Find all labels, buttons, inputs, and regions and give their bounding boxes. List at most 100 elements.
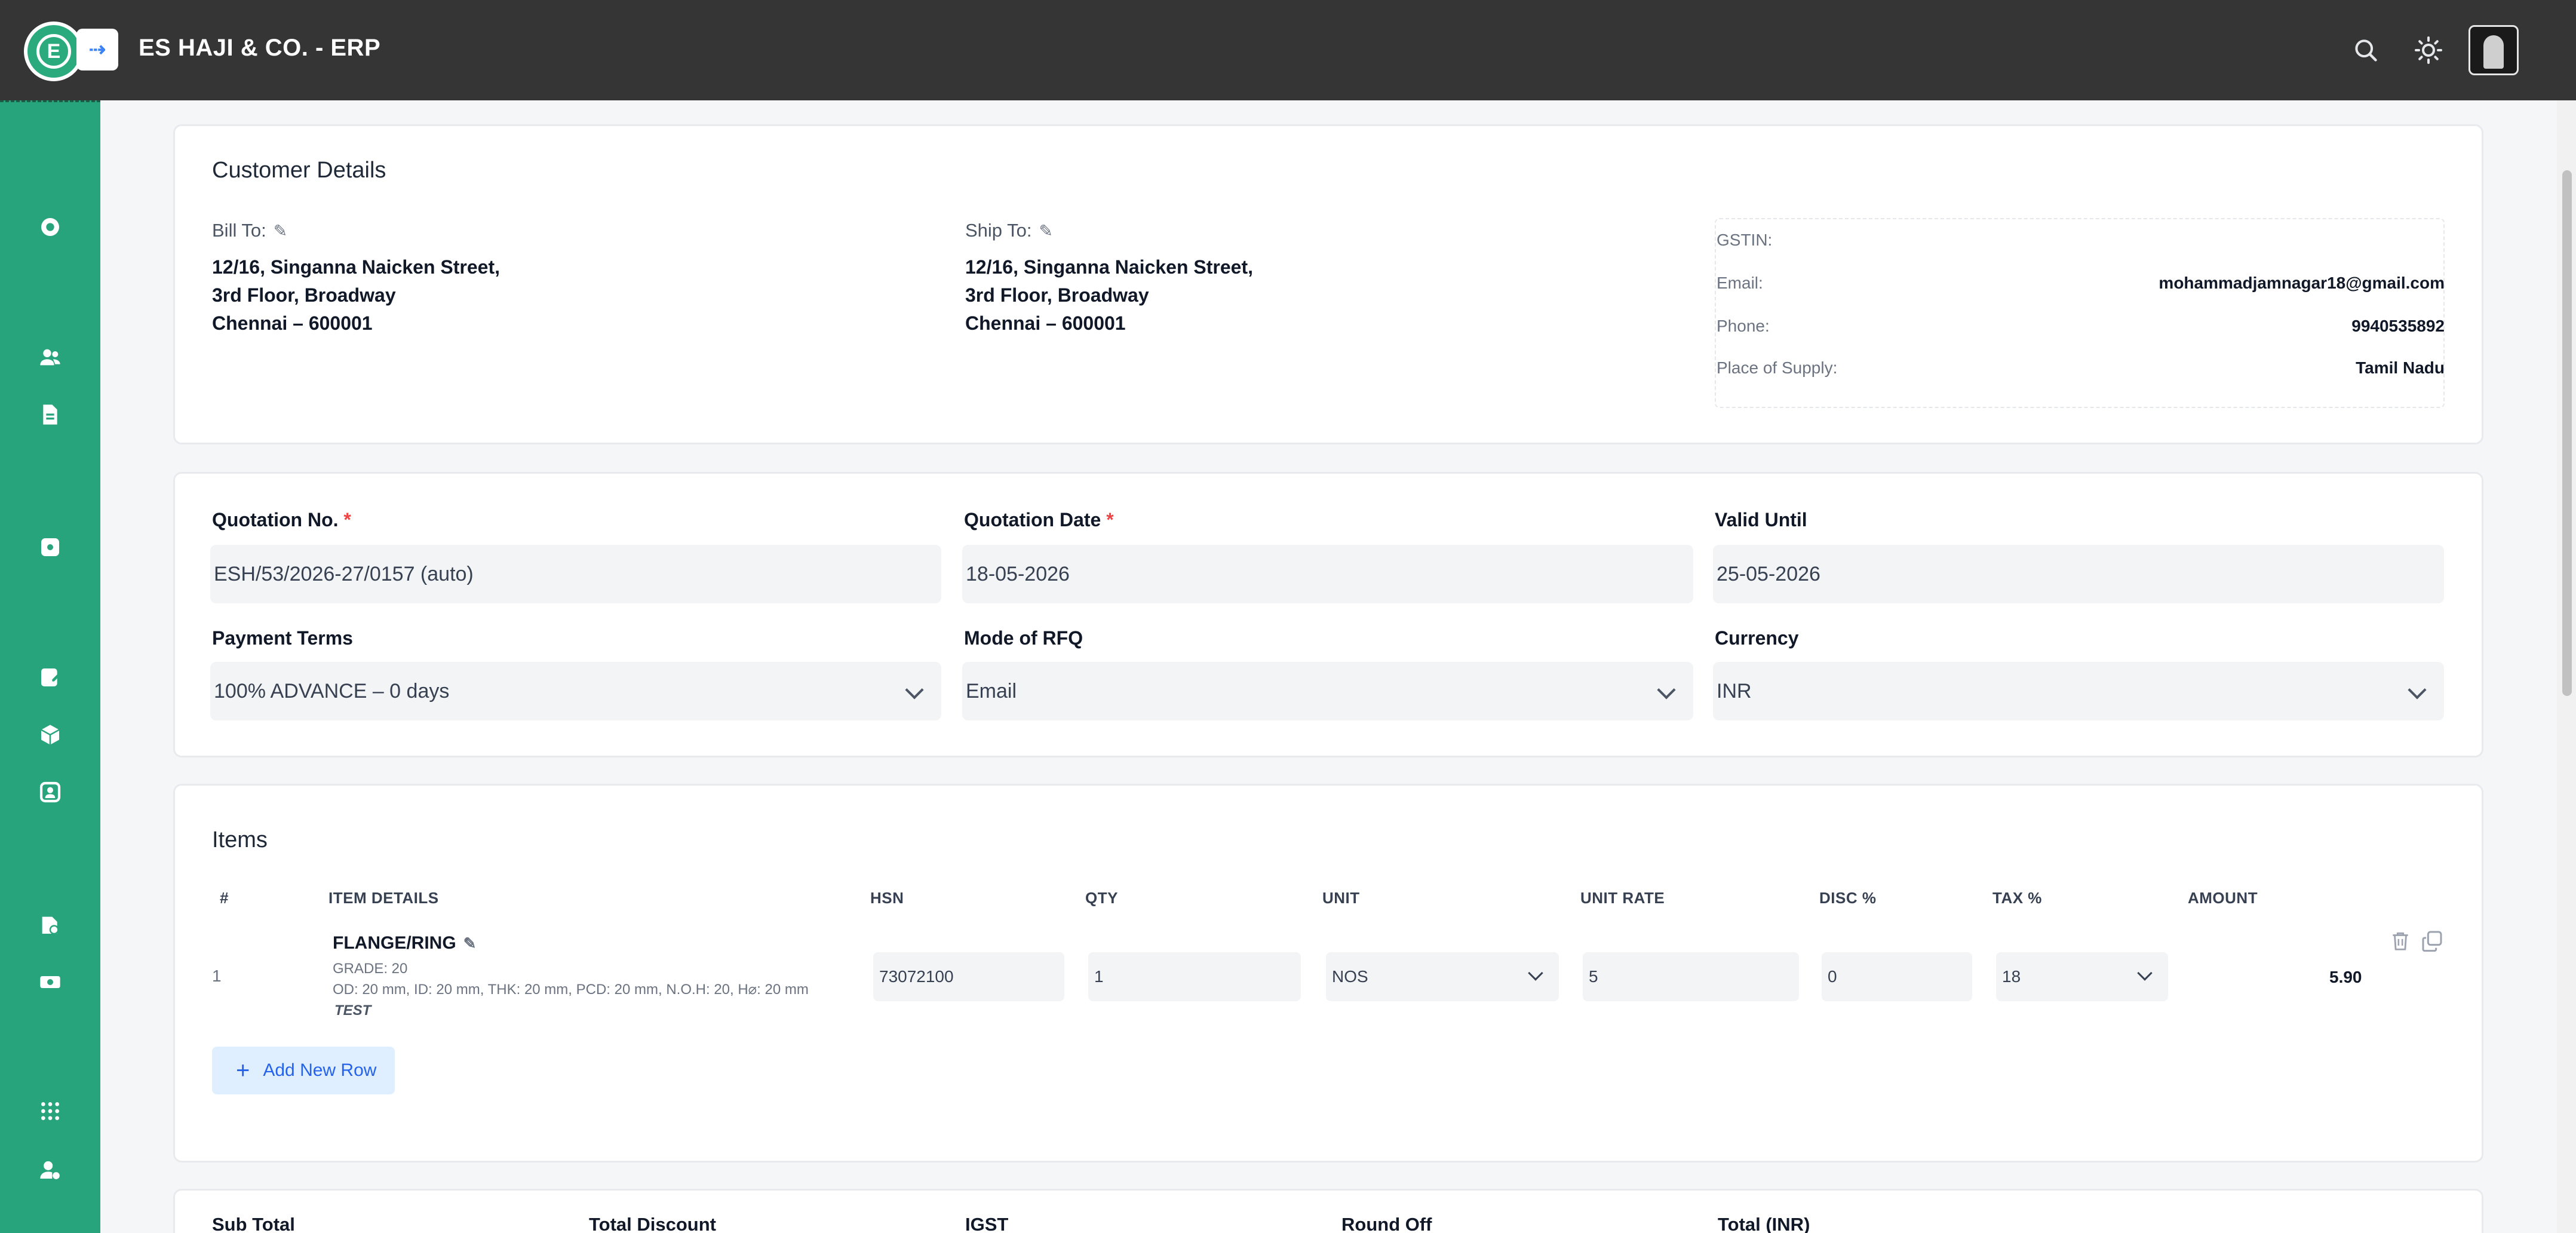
tax-value: 18 <box>2002 967 2021 986</box>
ship-to-label: Ship To: ✎ <box>965 220 1053 241</box>
dashboard-icon[interactable] <box>36 213 65 241</box>
bill-address-line-2: 3rd Floor, Broadway <box>212 284 396 306</box>
quotation-date-field[interactable]: 18-05-2026 <box>962 545 1693 603</box>
hsn-input[interactable]: 73072100 <box>873 952 1064 1001</box>
top-bar: E ⇢ ES HAJI & CO. - ERP <box>0 0 2576 100</box>
disc-value: 0 <box>1828 967 1837 986</box>
box-icon[interactable] <box>36 720 65 749</box>
col-header-item-details: ITEM DETAILS <box>328 889 439 907</box>
round-off-label: Round Off <box>1341 1214 1432 1233</box>
currency-select[interactable]: INR <box>1713 662 2444 720</box>
payment-terms-label: Payment Terms <box>212 627 353 649</box>
email-label: Email: <box>1717 274 1763 292</box>
unit-select[interactable]: NOS <box>1326 952 1559 1001</box>
package-icon[interactable] <box>36 533 65 562</box>
logo-letter: E <box>36 34 71 69</box>
phone-value: 9940535892 <box>2351 317 2445 335</box>
quotation-date-label: Quotation Date * <box>964 509 1114 530</box>
sun-icon[interactable] <box>2411 32 2446 68</box>
bill-to-address: 12/16, Singanna Naicken Street, 3rd Floo… <box>212 253 500 338</box>
avatar[interactable] <box>2468 25 2519 75</box>
files-icon[interactable] <box>36 910 65 939</box>
quotation-no-label: Quotation No. * <box>212 509 351 530</box>
currency-value: INR <box>1717 679 1752 703</box>
add-new-row-button[interactable]: + Add New Row <box>212 1047 395 1094</box>
users-icon[interactable] <box>36 343 65 372</box>
col-header-disc: DISC % <box>1819 889 1877 907</box>
contact-card-icon[interactable] <box>36 778 65 806</box>
chevron-down-icon <box>2408 680 2427 700</box>
mode-of-rfq-select[interactable]: Email <box>962 662 1693 720</box>
chevron-down-icon <box>1528 965 1543 981</box>
chevron-down-icon <box>905 680 924 700</box>
row-number: 1 <box>212 967 222 985</box>
bill-to-label: Bill To: ✎ <box>212 220 288 241</box>
col-header-unit-rate: UNIT RATE <box>1580 889 1665 907</box>
disc-input[interactable]: 0 <box>1822 952 1972 1001</box>
search-icon[interactable] <box>2348 32 2384 68</box>
edit-item-icon[interactable]: ✎ <box>463 934 477 953</box>
unit-rate-input[interactable]: 5 <box>1583 952 1799 1001</box>
amount-value: 5.90 <box>2329 968 2362 986</box>
plus-icon: + <box>236 1057 250 1084</box>
cash-icon[interactable] <box>36 968 65 996</box>
sidebar-toggle-icon[interactable]: ⇢ <box>76 29 118 70</box>
edit-bill-to-icon[interactable]: ✎ <box>274 221 287 241</box>
phone-label: Phone: <box>1717 317 1770 335</box>
gstin-label: GSTIN: <box>1717 231 1773 249</box>
sidebar-divider <box>0 100 100 102</box>
item-note: TEST <box>334 1002 371 1019</box>
network-icon[interactable] <box>36 1097 65 1125</box>
tax-select[interactable]: 18 <box>1996 952 2168 1001</box>
unit-value: NOS <box>1332 967 1368 986</box>
edit-ship-to-icon[interactable]: ✎ <box>1039 221 1052 241</box>
ship-address-line-2: 3rd Floor, Broadway <box>965 284 1149 306</box>
col-header-num: # <box>220 889 229 907</box>
mode-of-rfq-value: Email <box>966 679 1017 703</box>
ship-address-line-3: Chennai – 600001 <box>965 312 1126 334</box>
col-header-amount: AMOUNT <box>2188 889 2258 907</box>
valid-until-value: 25-05-2026 <box>1717 562 1820 585</box>
item-specs: OD: 20 mm, ID: 20 mm, THK: 20 mm, PCD: 2… <box>333 982 809 998</box>
app-title: ES HAJI & CO. - ERP <box>139 35 381 61</box>
hsn-value: 73072100 <box>879 967 954 986</box>
chevron-down-icon <box>2137 965 2153 981</box>
customer-details-title: Customer Details <box>212 158 386 183</box>
user-settings-icon[interactable] <box>36 1155 65 1184</box>
col-header-unit: UNIT <box>1322 889 1360 907</box>
qty-input[interactable]: 1 <box>1088 952 1301 1001</box>
place-of-supply-value: Tamil Nadu <box>2356 358 2445 377</box>
quotation-no-value: ESH/53/2026-27/0157 (auto) <box>214 562 474 585</box>
email-value: mohammadjamnagar18@gmail.com <box>2159 274 2445 292</box>
unit-rate-value: 5 <box>1589 967 1598 986</box>
valid-until-field[interactable]: 25-05-2026 <box>1713 545 2444 603</box>
payment-terms-value: 100% ADVANCE – 0 days <box>214 679 450 703</box>
summary-card <box>173 1189 2483 1233</box>
total-discount-label: Total Discount <box>589 1214 716 1233</box>
currency-label: Currency <box>1715 627 1799 649</box>
edit-document-icon[interactable] <box>36 663 65 692</box>
bill-address-line-3: Chennai – 600001 <box>212 312 373 334</box>
add-new-row-label: Add New Row <box>263 1060 377 1080</box>
item-name: FLANGE/RING ✎ <box>333 933 477 953</box>
required-mark: * <box>343 509 351 530</box>
chevron-down-icon <box>1657 680 1676 700</box>
quotation-no-field[interactable]: ESH/53/2026-27/0157 (auto) <box>210 545 941 603</box>
quotation-date-value: 18-05-2026 <box>966 562 1070 585</box>
payment-terms-select[interactable]: 100% ADVANCE – 0 days <box>210 662 941 720</box>
items-title: Items <box>212 827 268 852</box>
ship-to-address: 12/16, Singanna Naicken Street, 3rd Floo… <box>965 253 1253 338</box>
required-mark: * <box>1106 509 1114 530</box>
col-header-qty: QTY <box>1085 889 1118 907</box>
document-icon[interactable] <box>36 400 65 429</box>
duplicate-row-icon[interactable] <box>2420 928 2444 953</box>
igst-label: IGST <box>965 1214 1009 1233</box>
place-of-supply-label: Place of Supply: <box>1717 358 1838 377</box>
scrollbar-thumb[interactable] <box>2562 170 2572 696</box>
bill-address-line-1: 12/16, Singanna Naicken Street, <box>212 256 500 278</box>
mode-of-rfq-label: Mode of RFQ <box>964 627 1083 649</box>
sub-total-label: Sub Total <box>212 1214 295 1233</box>
item-grade: GRADE: 20 <box>333 961 408 977</box>
company-logo[interactable]: E <box>24 22 84 81</box>
delete-row-icon[interactable] <box>2389 928 2412 953</box>
